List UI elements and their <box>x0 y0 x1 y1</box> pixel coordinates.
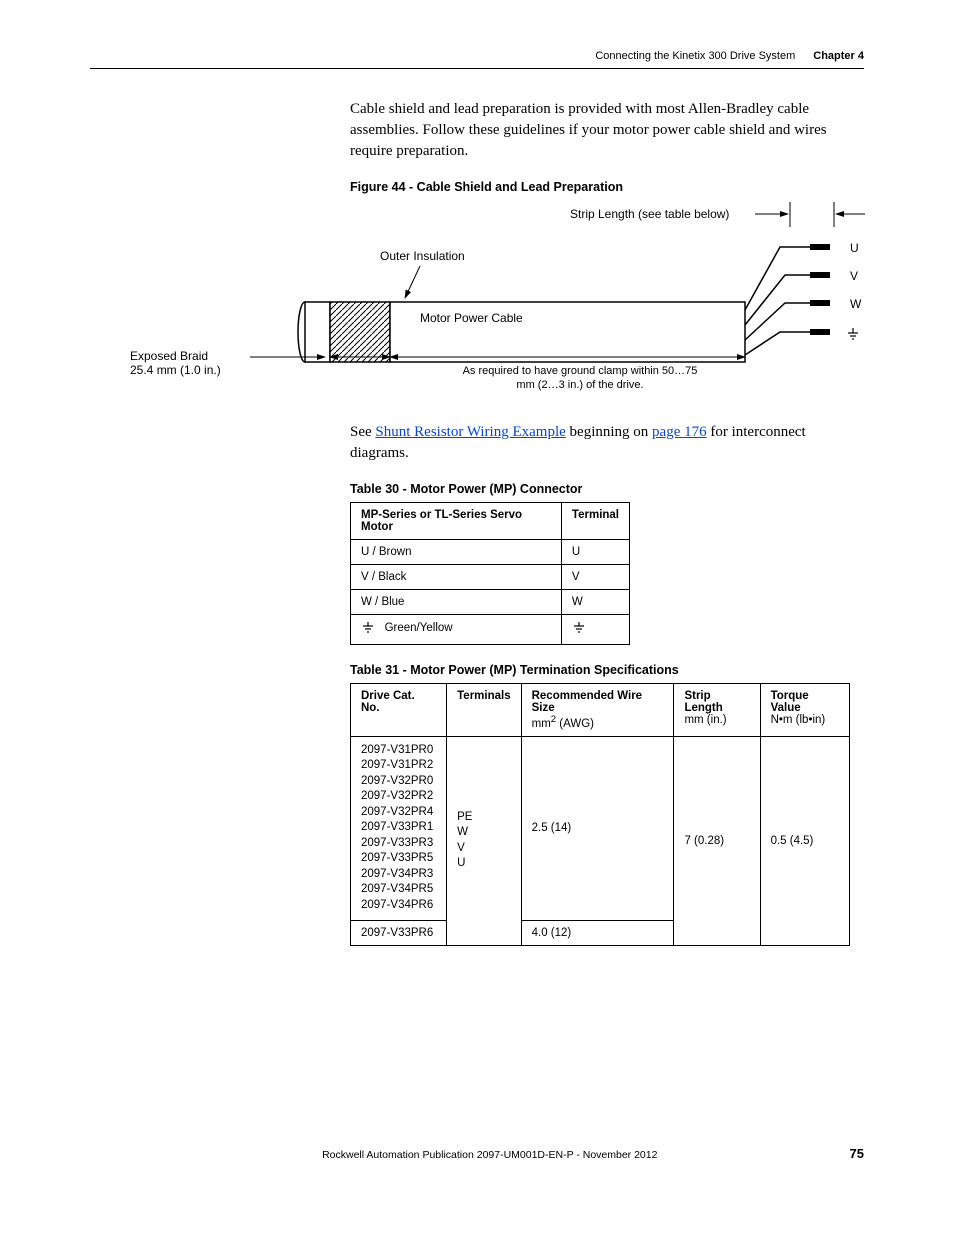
see-mid: beginning on <box>566 424 652 440</box>
figure-44: Strip Length (see table below) U V W Out… <box>90 202 864 397</box>
motor-power-cable-label: Motor Power Cable <box>420 311 523 325</box>
page-header: Connecting the Kinetix 300 Drive System … <box>90 50 864 69</box>
shunt-resistor-link[interactable]: Shunt Resistor Wiring Example <box>375 424 565 440</box>
table-row: 2097-V31PR0 2097-V31PR2 2097-V32PR0 2097… <box>351 736 850 920</box>
table-30: MP-Series or TL-Series Servo Motor Termi… <box>350 502 630 645</box>
t31-r1-wire: 2.5 (14) <box>521 736 674 920</box>
intro-paragraph: Cable shield and lead preparation is pro… <box>350 99 864 162</box>
table-row: V / Black V <box>351 565 630 590</box>
header-chapter: Chapter 4 <box>813 50 864 62</box>
t30-r1c2: U <box>561 540 629 565</box>
wire-w: W <box>850 297 862 311</box>
t31-r2-cats: 2097-V33PR6 <box>351 920 447 945</box>
table31-caption: Table 31 - Motor Power (MP) Termination … <box>350 663 864 677</box>
as-required-label-1: As required to have ground clamp within … <box>463 365 698 377</box>
t31-h4b: mm (in.) <box>684 714 726 726</box>
t31-r1-strip: 7 (0.28) <box>674 736 760 945</box>
t31-h5b: N•m (lb•in) <box>771 714 826 726</box>
footer-publication: Rockwell Automation Publication 2097-UM0… <box>130 1149 850 1161</box>
t31-h3b: mm <box>532 718 551 730</box>
exposed-braid-2: 25.4 mm (1.0 in.) <box>130 363 221 377</box>
t31-h2: Terminals <box>447 684 521 737</box>
figure-caption: Figure 44 - Cable Shield and Lead Prepar… <box>350 180 864 194</box>
t30-h1: MP-Series or TL-Series Servo Motor <box>351 503 562 540</box>
ground-icon <box>572 621 586 635</box>
exposed-braid-1: Exposed Braid <box>130 349 208 363</box>
see-link-paragraph: See Shunt Resistor Wiring Example beginn… <box>350 422 864 464</box>
t30-r2c2: V <box>561 565 629 590</box>
t30-r2c1: V / Black <box>351 565 562 590</box>
outer-insulation-label: Outer Insulation <box>380 249 465 263</box>
t31-h5: Torque Value N•m (lb•in) <box>760 684 849 737</box>
t31-r1-torque: 0.5 (4.5) <box>760 736 849 945</box>
page-footer: Rockwell Automation Publication 2097-UM0… <box>90 1146 864 1161</box>
t30-h2: Terminal <box>561 503 629 540</box>
t30-r1c1: U / Brown <box>351 540 562 565</box>
t30-r4c1: Green/Yellow <box>351 615 562 645</box>
t30-r4c1-text: Green/Yellow <box>385 622 453 634</box>
t31-h1: Drive Cat. No. <box>351 684 447 737</box>
table-row: W / Blue W <box>351 590 630 615</box>
header-section-title: Connecting the Kinetix 300 Drive System <box>595 50 795 62</box>
t31-r2-wire: 4.0 (12) <box>521 920 674 945</box>
t30-r4c2 <box>561 615 629 645</box>
as-required-label-2: mm (2…3 in.) of the drive. <box>516 379 643 391</box>
page-176-link[interactable]: page 176 <box>652 424 707 440</box>
ground-icon <box>848 328 858 339</box>
t30-r3c1: W / Blue <box>351 590 562 615</box>
ground-icon <box>361 621 375 635</box>
t31-h4a: Strip Length <box>684 690 722 714</box>
t31-r1-cats: 2097-V31PR0 2097-V31PR2 2097-V32PR0 2097… <box>351 736 447 920</box>
t31-h3: Recommended Wire Size mm2 (AWG) <box>521 684 674 737</box>
t31-h4: Strip Length mm (in.) <box>674 684 760 737</box>
table-row: Green/Yellow <box>351 615 630 645</box>
strip-length-label: Strip Length (see table below) <box>570 207 729 221</box>
wire-v: V <box>850 269 858 283</box>
t31-h3c: (AWG) <box>556 718 594 730</box>
t31-h3a: Recommended Wire Size <box>532 690 642 714</box>
t30-r3c2: W <box>561 590 629 615</box>
wire-u: U <box>850 241 859 255</box>
table-31: Drive Cat. No. Terminals Recommended Wir… <box>350 683 850 946</box>
table-row: U / Brown U <box>351 540 630 565</box>
table30-caption: Table 30 - Motor Power (MP) Connector <box>350 482 864 496</box>
footer-page-number: 75 <box>850 1146 864 1161</box>
see-pre: See <box>350 424 375 440</box>
t31-r1-terminals: PE W V U <box>447 736 521 945</box>
t31-h5a: Torque Value <box>771 690 809 714</box>
